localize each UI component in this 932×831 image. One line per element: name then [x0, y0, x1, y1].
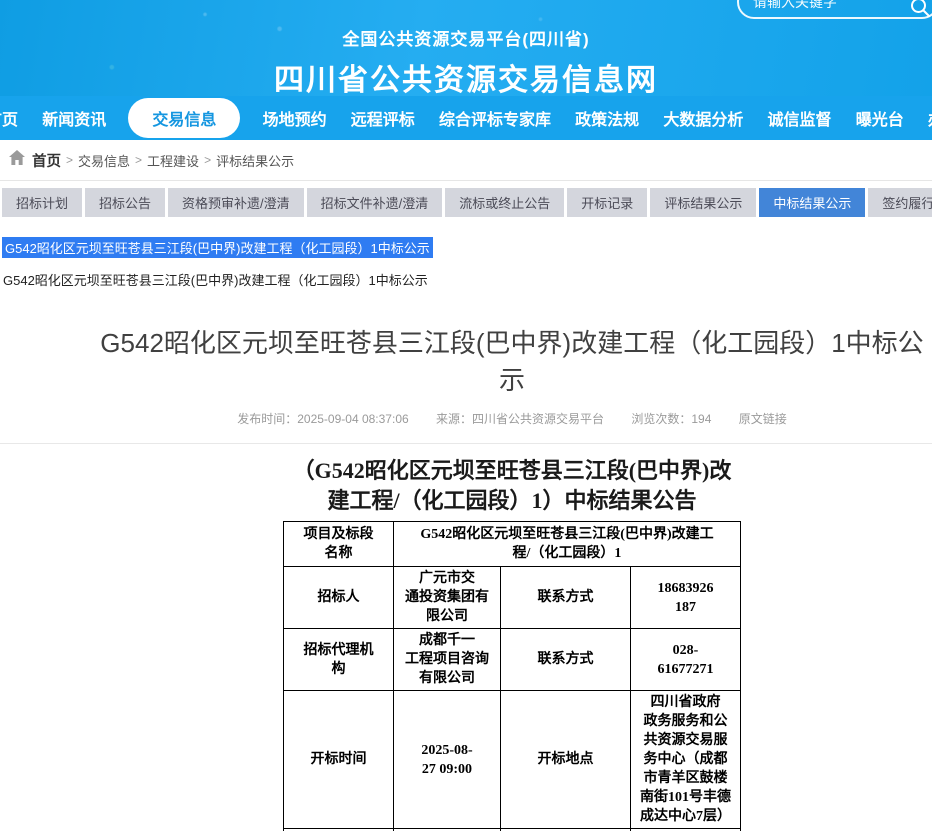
search-input[interactable] [739, 0, 932, 17]
list-item[interactable]: G542昭化区元坝至旺苍县三江段(巴中界)改建工程（化工园段）1中标公示 [2, 270, 932, 289]
site-header: 全国公共资源交易平台(四川省) 四川省公共资源交易信息网 [0, 0, 932, 96]
tenderee-label: 招标人 [283, 567, 393, 629]
breadcrumb-separator: > [66, 153, 73, 167]
agency-contact-value: 028- 61677271 [630, 629, 740, 691]
table-row-bid-opening: 开标时间 2025-08- 27 09:00 开标地点 四川省政府 政务服务和公… [283, 691, 740, 829]
tab-opening-records[interactable]: 开标记录 [567, 188, 647, 217]
result-list: G542昭化区元坝至旺苍县三江段(巴中界)改建工程（化工园段）1中标公示 G54… [0, 237, 932, 289]
project-label: 项目及标段 名称 [283, 522, 393, 567]
nav-item-home[interactable]: 首页 [0, 98, 20, 138]
nav-item-integrity[interactable]: 诚信监督 [766, 98, 834, 138]
breadcrumb: 首页 > 交易信息 > 工程建设 > 评标结果公示 [0, 140, 932, 181]
publish-time: 发布时间：2025-09-04 08:37:06 [237, 412, 408, 426]
nav-item-trade-info[interactable]: 交易信息 [128, 98, 240, 138]
nav-item-big-data[interactable]: 大数据分析 [661, 98, 745, 138]
agency-contact-label: 联系方式 [500, 629, 630, 691]
breadcrumb-separator: > [135, 153, 142, 167]
agency-label: 招标代理机 构 [283, 629, 393, 691]
breadcrumb-separator: > [204, 153, 211, 167]
view-count: 浏览次数：194 [631, 412, 711, 426]
table-row-project: 项目及标段 名称 G542昭化区元坝至旺苍县三江段(巴中界)改建工 程/（化工园… [283, 522, 740, 567]
project-value: G542昭化区元坝至旺苍县三江段(巴中界)改建工 程/（化工园段）1 [393, 522, 740, 567]
divider [0, 443, 932, 444]
nav-item-expert-pool[interactable]: 综合评标专家库 [437, 98, 553, 138]
home-icon [9, 150, 25, 170]
breadcrumb-evaluation-results[interactable]: 评标结果公示 [216, 151, 294, 170]
opening-place-label: 开标地点 [500, 691, 630, 829]
tab-award-results[interactable]: 中标结果公示 [759, 188, 865, 217]
tenderee-value: 广元市交 通投资集团有 限公司 [393, 567, 500, 629]
tab-bid-plan[interactable]: 招标计划 [2, 188, 82, 217]
list-item-selected[interactable]: G542昭化区元坝至旺苍县三江段(巴中界)改建工程（化工园段）1中标公示 [2, 237, 433, 258]
nav-item-policies[interactable]: 政策法规 [573, 98, 641, 138]
nav-item-services[interactable]: 办事服务 [926, 98, 932, 138]
agency-value: 成都千一 工程项目咨询 有限公司 [393, 629, 500, 691]
breadcrumb-home[interactable]: 首页 [32, 150, 61, 171]
nav-item-news[interactable]: 新闻资讯 [40, 98, 108, 138]
search-icon[interactable] [909, 0, 931, 18]
site-title-large: 四川省公共资源交易信息网 [0, 55, 932, 96]
tab-prequalification-addendum[interactable]: 资格预审补遗/澄清 [168, 188, 304, 217]
nav-item-venue-booking[interactable]: 场地预约 [261, 98, 329, 138]
category-tabs: 招标计划 招标公告 资格预审补遗/澄清 招标文件补遗/澄清 流标或终止公告 开标… [0, 188, 932, 217]
table-row-agency: 招标代理机 构 成都千一 工程项目咨询 有限公司 联系方式 028- 61677… [283, 629, 740, 691]
tenderee-contact-label: 联系方式 [500, 567, 630, 629]
search-box[interactable] [737, 0, 932, 19]
source: 来源：四川省公共资源交易平台 [436, 412, 604, 426]
document-title: （G542昭化区元坝至旺苍县三江段(巴中界)改 建工程/（化工园段）1）中标结果… [92, 456, 932, 516]
opening-time-value: 2025-08- 27 09:00 [393, 691, 500, 829]
tab-contract-performance[interactable]: 签约履行 [868, 188, 932, 217]
page: 全国公共资源交易平台(四川省) 四川省公共资源交易信息网 首页 新闻资讯 交易信… [0, 0, 932, 831]
nav-item-exposure[interactable]: 曝光台 [854, 98, 906, 138]
page-title: G542昭化区元坝至旺苍县三江段(巴中界)改建工程（化工园段）1中标公示 [92, 323, 932, 397]
tab-evaluation-results[interactable]: 评标结果公示 [650, 188, 756, 217]
tab-bid-doc-addendum[interactable]: 招标文件补遗/澄清 [307, 188, 443, 217]
tab-bid-announcement[interactable]: 招标公告 [85, 188, 165, 217]
article: G542昭化区元坝至旺苍县三江段(巴中界)改建工程（化工园段）1中标公示 发布时… [92, 323, 932, 427]
opening-place-value: 四川省政府 政务服务和公 共资源交易服 务中心（成都 市青羊区鼓楼 南街101号… [630, 691, 740, 829]
tab-failed-or-terminated[interactable]: 流标或终止公告 [445, 188, 564, 217]
breadcrumb-construction[interactable]: 工程建设 [147, 151, 199, 170]
tenderee-contact-value: 18683926 187 [630, 567, 740, 629]
table-row-tenderee: 招标人 广元市交 通投资集团有 限公司 联系方式 18683926 187 [283, 567, 740, 629]
site-title-small: 全国公共资源交易平台(四川省) [0, 25, 932, 50]
main-nav: 首页 新闻资讯 交易信息 场地预约 远程评标 综合评标专家库 政策法规 大数据分… [0, 96, 932, 140]
breadcrumb-trade-info[interactable]: 交易信息 [78, 151, 130, 170]
nav-item-remote-evaluation[interactable]: 远程评标 [349, 98, 417, 138]
opening-time-label: 开标时间 [283, 691, 393, 829]
document-body: （G542昭化区元坝至旺苍县三江段(巴中界)改 建工程/（化工园段）1）中标结果… [92, 456, 932, 831]
site-titles: 全国公共资源交易平台(四川省) 四川省公共资源交易信息网 [0, 25, 932, 96]
award-result-table: 项目及标段 名称 G542昭化区元坝至旺苍县三江段(巴中界)改建工 程/（化工园… [283, 521, 741, 831]
original-link[interactable]: 原文链接 [739, 412, 787, 426]
article-meta: 发布时间：2025-09-04 08:37:06 来源：四川省公共资源交易平台 … [92, 410, 932, 427]
